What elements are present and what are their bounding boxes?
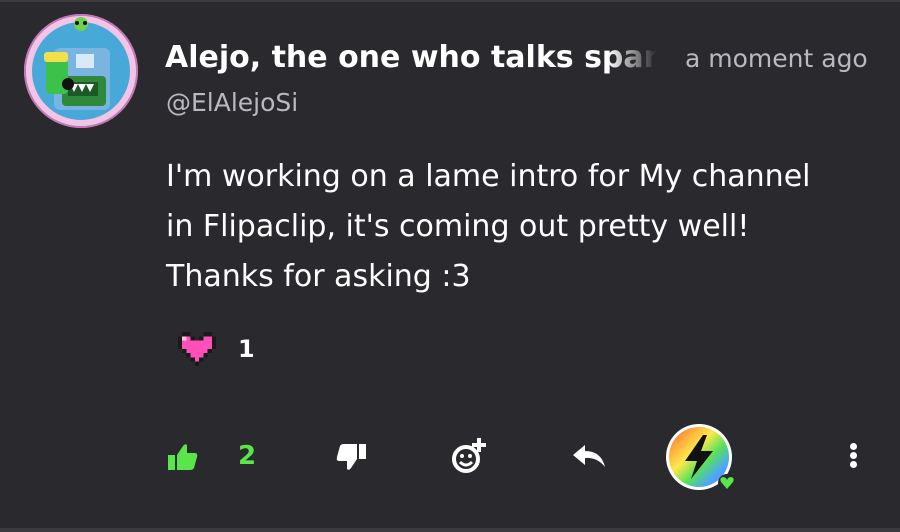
like-button[interactable] bbox=[166, 440, 200, 474]
heart-reaction[interactable]: 1 bbox=[178, 332, 255, 366]
divider bbox=[0, 528, 900, 532]
add-emoji-icon bbox=[452, 438, 486, 473]
green-heart-icon bbox=[720, 477, 734, 489]
divider bbox=[0, 0, 900, 2]
username[interactable]: Alejo, the one who talks spani bbox=[165, 40, 657, 75]
reply-button[interactable] bbox=[570, 440, 608, 474]
like-count: 2 bbox=[238, 441, 257, 471]
more-options-button[interactable] bbox=[844, 440, 864, 472]
comment-line: Thanks for asking :3 bbox=[166, 259, 471, 294]
heart-count: 1 bbox=[238, 335, 255, 363]
comment-card: Alejo, the one who talks spani a moment … bbox=[0, 0, 900, 532]
thumbs-up-icon bbox=[168, 444, 198, 470]
comment-text: I'm working on a lame intro for My chann… bbox=[166, 152, 866, 302]
user-handle[interactable]: @ElAlejoSi bbox=[166, 88, 298, 117]
online-indicator bbox=[718, 474, 736, 492]
timestamp: a moment ago bbox=[685, 44, 868, 73]
dislike-button[interactable] bbox=[334, 440, 368, 474]
avatar-image bbox=[26, 16, 136, 126]
comment-line: I'm working on a lame intro for My chann… bbox=[166, 159, 811, 194]
avatar[interactable] bbox=[24, 14, 138, 128]
add-reaction-button[interactable] bbox=[450, 436, 488, 476]
thumbs-down-icon bbox=[336, 444, 366, 470]
comment-line: in Flipaclip, it's coming out pretty wel… bbox=[166, 209, 750, 244]
pixel-heart-icon bbox=[178, 332, 216, 366]
reply-arrow-icon bbox=[573, 445, 605, 467]
more-vertical-icon bbox=[844, 440, 864, 472]
